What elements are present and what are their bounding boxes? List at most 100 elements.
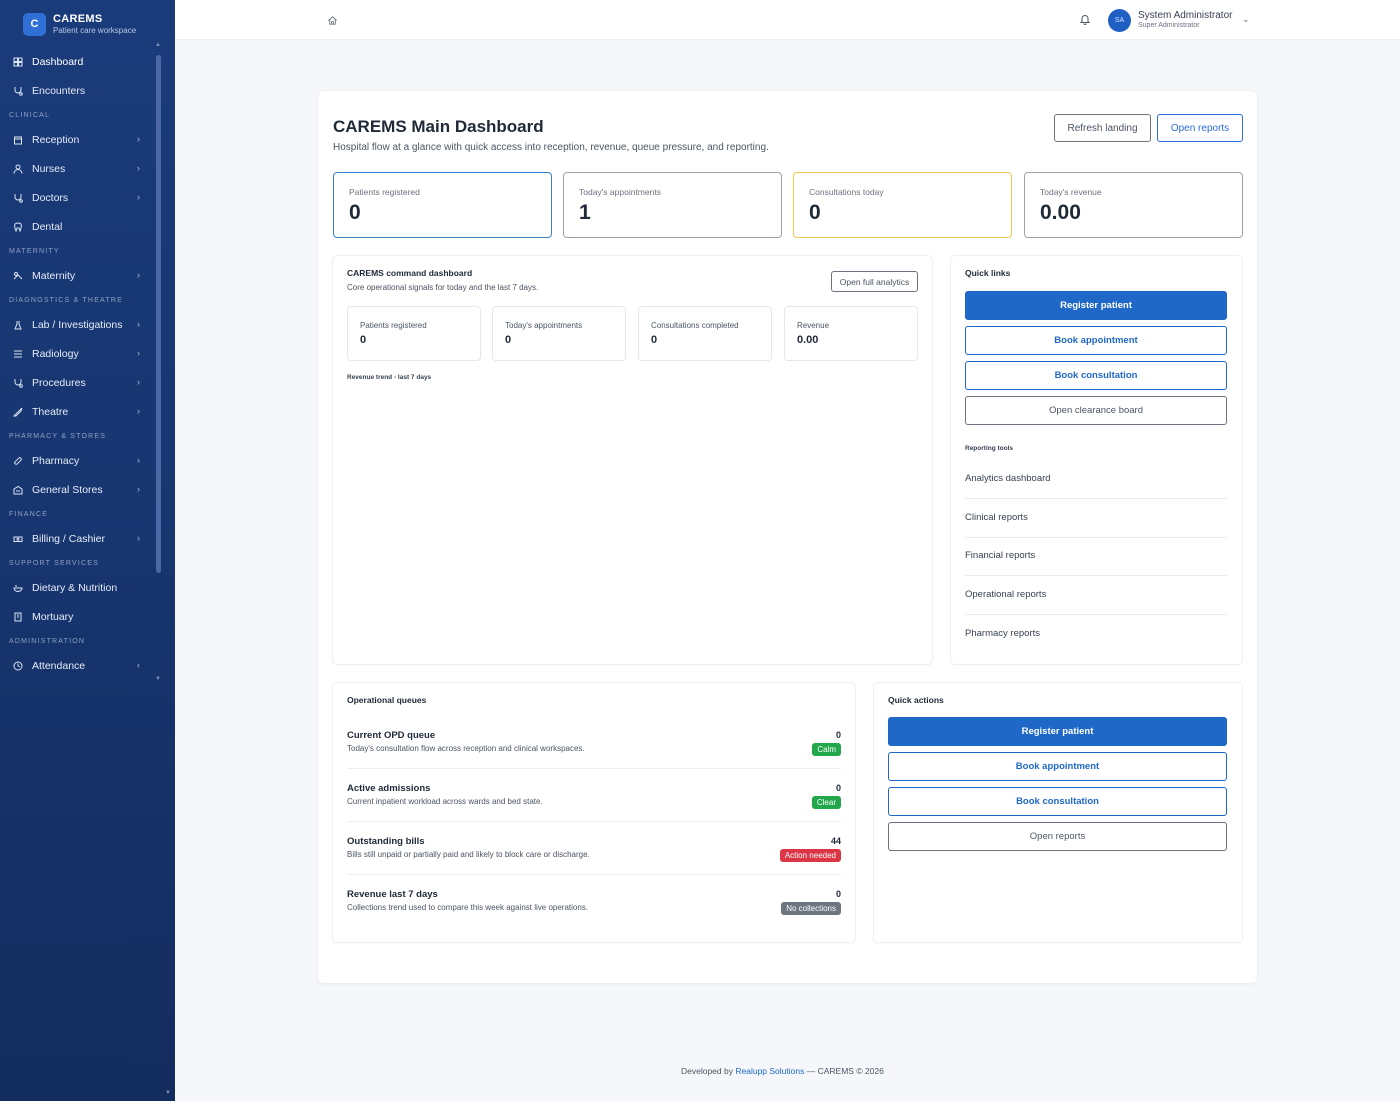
register-patient-button[interactable]: Register patient: [888, 717, 1227, 746]
report-link-analytics[interactable]: Analytics dashboard: [965, 460, 1227, 499]
sidebar-item-lab-investigations[interactable]: Lab / Investigations ›: [0, 310, 155, 339]
status-badge: Action needed: [779, 849, 841, 862]
panel-title: CAREMS command dashboard: [347, 268, 473, 278]
building-icon: [12, 611, 24, 623]
sidebar-item-dental[interactable]: Dental: [0, 212, 155, 241]
queue-description: Current inpatient workload across wards …: [347, 797, 543, 806]
sidebar-item-theatre[interactable]: Theatre ›: [0, 397, 155, 426]
queue-count: 44: [830, 836, 841, 846]
page-subtitle: Hospital flow at a glance with quick acc…: [333, 142, 769, 153]
bell-icon[interactable]: [1079, 13, 1091, 25]
sidebar-item-label: Reception: [32, 133, 80, 146]
queue-row[interactable]: Current OPD queue Today's consultation f…: [347, 716, 841, 769]
brand-title: CAREMS: [53, 13, 103, 25]
metric-card: Revenue 0.00: [784, 306, 918, 361]
open-reports-button[interactable]: Open reports: [888, 822, 1227, 851]
metric-value: 0: [651, 334, 658, 346]
command-dashboard-panel: CAREMS command dashboard Core operationa…: [333, 256, 932, 664]
queue-title: Current OPD queue: [347, 730, 436, 741]
sidebar-item-doctors[interactable]: Doctors ›: [0, 183, 155, 212]
sidebar-item-label: Attendance: [32, 659, 86, 672]
xray-icon: [12, 348, 24, 360]
book-consultation-button[interactable]: Book consultation: [888, 787, 1227, 816]
sidebar-item-dashboard[interactable]: Dashboard: [0, 47, 155, 76]
chevron-right-icon: ›: [137, 406, 140, 416]
sidebar-item-pharmacy[interactable]: Pharmacy ›: [0, 446, 155, 475]
report-link-operational[interactable]: Operational reports: [965, 576, 1227, 615]
sidebar-section-support-services: Support Services: [9, 560, 100, 567]
calendar-icon: [12, 134, 24, 146]
page-title: CAREMS Main Dashboard: [333, 117, 544, 136]
avatar[interactable]: SA: [1108, 9, 1131, 32]
sidebar: C CAREMS Patient care workspace Dashboar…: [0, 0, 175, 1101]
report-link-pharmacy[interactable]: Pharmacy reports: [965, 615, 1227, 654]
book-appointment-button[interactable]: Book appointment: [888, 752, 1227, 781]
stat-card-consultations: Consultations today 0: [793, 172, 1012, 238]
page-scroll-down-arrow[interactable]: ▼: [165, 1090, 171, 1096]
sidebar-item-label: Lab / Investigations: [32, 318, 123, 331]
refresh-landing-button[interactable]: Refresh landing: [1054, 114, 1151, 142]
stat-value: 0: [809, 201, 821, 224]
chevron-right-icon: ›: [137, 455, 140, 465]
sidebar-item-encounters[interactable]: Encounters: [0, 76, 155, 105]
stat-card-revenue: Today's revenue 0.00: [1024, 172, 1243, 238]
sidebar-item-radiology[interactable]: Radiology ›: [0, 339, 155, 368]
user-role: Super Administrator: [1138, 22, 1200, 29]
operational-queues-panel: Operational queues Current OPD queue Tod…: [333, 683, 855, 942]
stat-card-appointments: Today's appointments 1: [563, 172, 782, 238]
sidebar-section-diagnostics-theatre: Diagnostics & Theatre: [9, 297, 124, 304]
sidebar-item-reception[interactable]: Reception ›: [0, 125, 155, 154]
book-consultation-button[interactable]: Book consultation: [965, 361, 1227, 390]
sidebar-item-billing-cashier[interactable]: Billing / Cashier ›: [0, 524, 155, 553]
footer: Developed by Realupp Solutions — CAREMS …: [681, 1066, 884, 1076]
queue-row[interactable]: Revenue last 7 days Collections trend us…: [347, 875, 841, 928]
sidebar-item-general-stores[interactable]: General Stores ›: [0, 475, 155, 504]
sidebar-item-label: Mortuary: [32, 610, 74, 623]
panel-title: Quick actions: [888, 695, 944, 705]
report-link-financial[interactable]: Financial reports: [965, 537, 1227, 576]
queue-description: Collections trend used to compare this w…: [347, 903, 589, 912]
footer-suffix: — CAREMS © 2026: [806, 1066, 884, 1076]
queue-row[interactable]: Active admissions Current inpatient work…: [347, 769, 841, 822]
chevron-right-icon: ›: [137, 319, 140, 329]
sidebar-item-dietary-nutrition[interactable]: Dietary & Nutrition: [0, 573, 155, 602]
chevron-down-icon[interactable]: ⌄: [1242, 14, 1250, 25]
open-full-analytics-button[interactable]: Open full analytics: [831, 271, 918, 292]
status-badge: No collections: [781, 902, 841, 915]
sidebar-item-label: Pharmacy: [32, 454, 80, 467]
open-clearance-board-button[interactable]: Open clearance board: [965, 396, 1227, 425]
metric-value: 0: [360, 334, 367, 346]
queue-title: Active admissions: [347, 783, 431, 794]
stat-label: Consultations today: [809, 187, 884, 197]
sidebar-item-label: Encounters: [32, 84, 86, 97]
brand-subtitle: Patient care workspace: [53, 26, 137, 35]
chevron-right-icon: ›: [137, 533, 140, 543]
revenue-trend-label: Revenue trend - last 7 days: [347, 374, 432, 381]
sidebar-scrollbar[interactable]: [156, 55, 161, 573]
sidebar-item-mortuary[interactable]: Mortuary: [0, 602, 155, 631]
scroll-up-arrow[interactable]: ▲: [155, 42, 161, 48]
metric-label: Patients registered: [360, 321, 427, 330]
sidebar-section-administration: Administration: [9, 638, 86, 645]
user-name[interactable]: System Administrator: [1138, 10, 1232, 21]
queue-row[interactable]: Outstanding bills Bills still unpaid or …: [347, 822, 841, 875]
scroll-down-arrow[interactable]: ▼: [155, 676, 161, 682]
status-badge: Calm: [812, 743, 841, 756]
footer-prefix: Developed by: [681, 1066, 733, 1076]
panel-title: Operational queues: [347, 695, 427, 705]
book-appointment-button[interactable]: Book appointment: [965, 326, 1227, 355]
register-patient-button[interactable]: Register patient: [965, 291, 1227, 320]
footer-link[interactable]: Realupp Solutions: [735, 1066, 804, 1076]
sidebar-item-maternity[interactable]: Maternity ›: [0, 261, 155, 290]
open-reports-button[interactable]: Open reports: [1157, 114, 1243, 142]
brand[interactable]: C CAREMS Patient care workspace: [0, 0, 175, 40]
panel-subtitle: Core operational signals for today and t…: [347, 283, 539, 292]
metric-card: Today's appointments 0: [492, 306, 626, 361]
sidebar-item-label: Dietary & Nutrition: [32, 581, 118, 594]
report-link-clinical[interactable]: Clinical reports: [965, 499, 1227, 538]
home-icon[interactable]: [327, 15, 338, 26]
sidebar-item-nurses[interactable]: Nurses ›: [0, 154, 155, 183]
sidebar-item-attendance[interactable]: Attendance ‹: [0, 651, 155, 680]
stethoscope-icon: [12, 192, 24, 204]
sidebar-item-procedures[interactable]: Procedures ›: [0, 368, 155, 397]
